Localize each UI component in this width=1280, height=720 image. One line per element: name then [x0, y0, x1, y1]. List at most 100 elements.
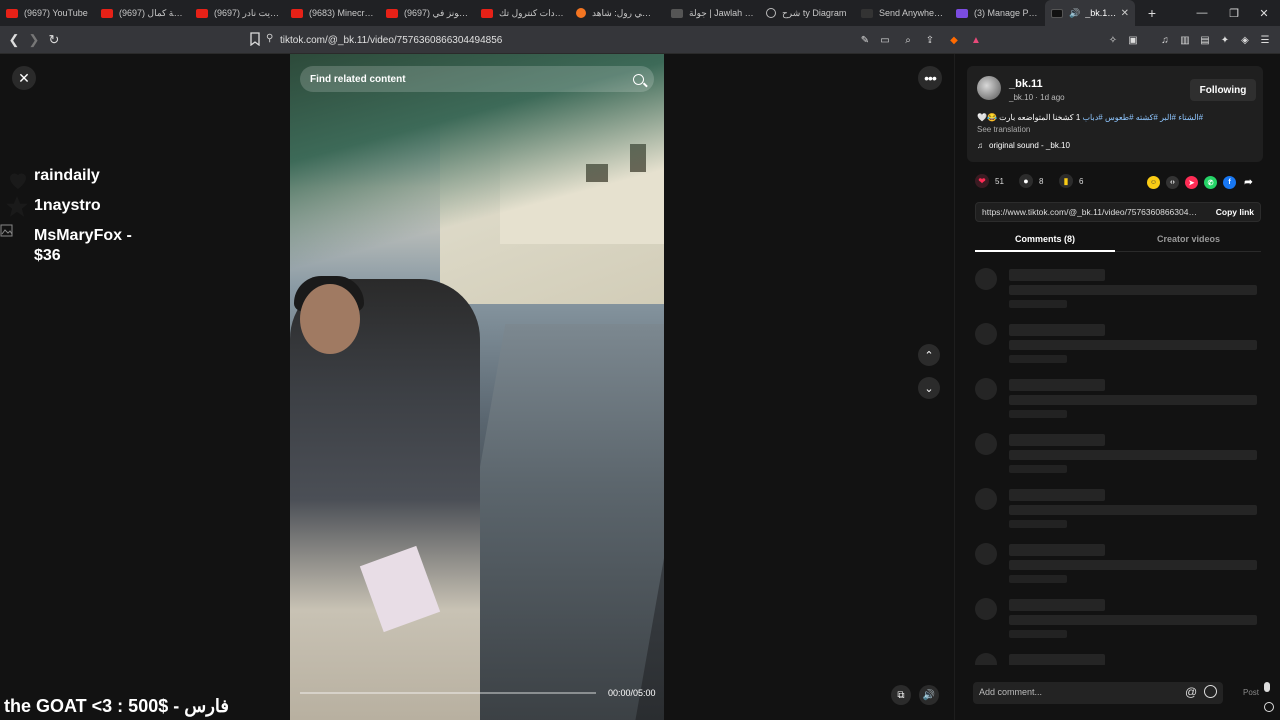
- tab-7[interactable]: جولة | Jawlah - ...: [665, 0, 760, 26]
- new-tab-button[interactable]: +: [1144, 0, 1160, 26]
- brave-rewards-icon[interactable]: ▲: [969, 33, 983, 47]
- overlay-name: 1naystro: [34, 197, 101, 214]
- tab-0[interactable]: (9697) YouTube: [0, 0, 95, 26]
- screenshot-icon[interactable]: ▣: [1126, 33, 1140, 47]
- mention-icon[interactable]: @: [1185, 685, 1197, 699]
- post-button[interactable]: Post: [1243, 688, 1259, 697]
- reload-icon[interactable]: ↻: [44, 30, 64, 50]
- video-link[interactable]: https://www.tiktok.com/@_bk.11/video/757…: [982, 207, 1197, 217]
- bookmark-icon[interactable]: [250, 32, 260, 46]
- tab-10[interactable]: (3) Manage Pow: [950, 0, 1045, 26]
- previous-video-button[interactable]: ⌃: [918, 344, 940, 366]
- menu-icon[interactable]: ☰: [1258, 33, 1272, 47]
- sound-link[interactable]: ♫ original sound - _bk.10: [977, 141, 1070, 150]
- tab-label: اعدادات كنترول تك: [499, 7, 564, 18]
- stream-overlay-list: raindaily 1naystro MsMaryFox - $36: [0, 166, 200, 272]
- volume-icon[interactable]: 🔊: [919, 685, 939, 705]
- tab-label: (9697) رحلة كمال !: [119, 7, 184, 18]
- site-info-icon[interactable]: ⚲: [266, 33, 273, 44]
- like-action[interactable]: ❤ 51: [975, 174, 1004, 188]
- cast-icon[interactable]: ▭: [878, 33, 892, 47]
- bookmark-icon[interactable]: ▮: [1059, 174, 1073, 188]
- emoji-icon[interactable]: [1204, 685, 1217, 698]
- progress-bar[interactable]: [300, 692, 596, 694]
- share-icon[interactable]: ⇪: [923, 33, 937, 47]
- panel-tabs: Comments (8) Creator videos: [975, 230, 1261, 252]
- comment-action[interactable]: ● 8: [1019, 174, 1043, 188]
- zoom-icon[interactable]: ⌕: [901, 33, 915, 47]
- tab-active-label: _bk.10 (@: [1085, 8, 1120, 18]
- tab-strip: (9697) YouTube (9697) رحلة كمال ! (9697) س…: [0, 0, 1045, 26]
- tab-3[interactable]: (9683) Minecraft:: [285, 0, 380, 26]
- globe-icon: [766, 8, 776, 18]
- maximize-button[interactable]: ❐: [1218, 0, 1250, 26]
- close-tab-icon[interactable]: ✕: [1121, 8, 1129, 19]
- comment-icon[interactable]: ●: [1019, 174, 1033, 188]
- forward-button[interactable]: ❯: [24, 30, 44, 50]
- search-icon[interactable]: [633, 73, 644, 85]
- comment-skeleton: [975, 488, 1261, 532]
- back-button[interactable]: ❮: [4, 30, 24, 50]
- overlay-name: MsMaryFox - $36: [34, 227, 132, 264]
- media-icon[interactable]: ♫: [1158, 33, 1172, 47]
- caption-text: 1 كشخنا المتواضعه بارت 😂🤍: [977, 113, 1081, 122]
- share-arrow-icon[interactable]: ➦: [1242, 176, 1255, 189]
- avatar[interactable]: [977, 76, 1001, 100]
- star-icon: [0, 196, 34, 220]
- tab-creator-videos[interactable]: Creator videos: [1157, 234, 1220, 244]
- speaker-icon[interactable]: 🔊: [1069, 8, 1080, 19]
- tab-active[interactable]: 🔊 _bk.10 (@ ✕: [1045, 0, 1135, 26]
- translate-off-icon[interactable]: ✎: [858, 33, 872, 47]
- following-button[interactable]: Following: [1190, 79, 1256, 101]
- close-video-button[interactable]: ✕: [12, 66, 36, 90]
- caption: #الشتاء #البر #كشته #طعوس #دباب 1 كشخنا …: [977, 113, 1203, 122]
- save-action[interactable]: ▮ 6: [1059, 174, 1083, 188]
- tab-8[interactable]: شرح ty Diagram: [760, 0, 855, 26]
- username[interactable]: _bk.11: [1009, 78, 1043, 90]
- minimize-button[interactable]: —: [1186, 0, 1218, 26]
- youtube-icon: [386, 8, 398, 18]
- find-related-search[interactable]: Find related content: [300, 66, 654, 92]
- tab-9[interactable]: Send Anywhere -: [855, 0, 950, 26]
- url-text[interactable]: tiktok.com/@_bk.11/video/757636086630449…: [280, 35, 502, 46]
- jawlah-icon: [671, 8, 683, 18]
- youtube-icon: [6, 8, 18, 18]
- tab-label: جولة | Jawlah - ...: [689, 7, 754, 18]
- copy-link-button[interactable]: Copy link: [1216, 207, 1254, 217]
- heart-icon[interactable]: ❤: [975, 174, 989, 188]
- embed-icon[interactable]: ‹›: [1166, 176, 1179, 189]
- close-window-button[interactable]: ✕: [1248, 0, 1280, 26]
- video-player[interactable]: Find related content 00:00/05:00: [290, 54, 664, 720]
- tab-2[interactable]: (9697) سويت نادر: [190, 0, 285, 26]
- next-video-button[interactable]: ⌄: [918, 377, 940, 399]
- tab-4[interactable]: (9697) فالكونز في: [380, 0, 475, 26]
- whatsapp-icon[interactable]: ✆: [1204, 176, 1217, 189]
- settings-icon[interactable]: [1264, 702, 1274, 712]
- leo-icon[interactable]: ✦: [1218, 33, 1232, 47]
- tab-label: (9697) سويت نادر: [214, 7, 279, 18]
- more-options-button[interactable]: •••: [918, 66, 942, 90]
- tab-comments[interactable]: Comments (8): [1015, 234, 1075, 244]
- tab-6[interactable]: كرانشي رول: شاهد: [570, 0, 665, 26]
- extensions-icon[interactable]: ✧: [1106, 33, 1120, 47]
- comment-skeleton: [975, 433, 1261, 477]
- tab-label: (9697) YouTube: [24, 8, 88, 18]
- video-frame-face: [300, 284, 360, 354]
- brave-shield-icon[interactable]: ◆: [947, 33, 961, 47]
- send-icon[interactable]: ➤: [1185, 176, 1198, 189]
- youtube-icon: [101, 8, 113, 18]
- wallet-icon[interactable]: ▤: [1198, 33, 1212, 47]
- tab-1[interactable]: (9697) رحلة كمال !: [95, 0, 190, 26]
- caption-hashtags[interactable]: #الشتاء #البر #كشته #طعوس #دباب: [1083, 113, 1204, 122]
- microphone-icon[interactable]: [1264, 682, 1270, 692]
- youtube-icon: [291, 8, 303, 18]
- sidebar-icon[interactable]: ▥: [1178, 33, 1192, 47]
- link-row: https://www.tiktok.com/@_bk.11/video/757…: [975, 202, 1261, 222]
- gift-icon[interactable]: ☺: [1147, 176, 1160, 189]
- vpn-icon[interactable]: ◈: [1238, 33, 1252, 47]
- tiktok-icon: [1051, 8, 1063, 18]
- pip-icon[interactable]: ⧉: [891, 685, 911, 705]
- facebook-icon[interactable]: f: [1223, 176, 1236, 189]
- tab-5[interactable]: اعدادات كنترول تك: [475, 0, 570, 26]
- see-translation-link[interactable]: See translation: [977, 125, 1030, 134]
